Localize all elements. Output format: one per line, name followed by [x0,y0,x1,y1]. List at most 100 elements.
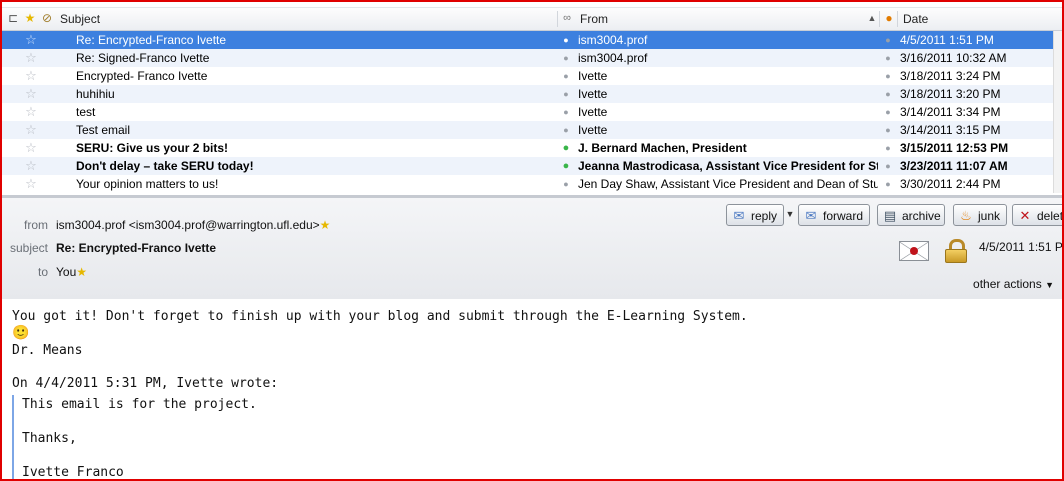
archive-icon: ▤ [883,208,897,223]
message-date: 3/14/2011 3:34 PM [900,105,1001,119]
message-sender: Ivette [578,69,608,83]
read-status-dot-icon[interactable]: ● [562,67,570,85]
message-header-pane: from ism3004.prof <ism3004.prof@warringt… [2,195,1062,301]
message-sender: Ivette [578,87,608,101]
junk-status-dot-icon[interactable]: ● [884,175,892,193]
quote-bar [12,395,14,479]
archive-label: archive [902,209,941,223]
message-row[interactable]: ☆ Re: Encrypted-Franco Ivette ● ism3004.pro… [2,31,1062,49]
archive-button[interactable]: ▤ archive [877,204,945,226]
junk-status-dot-icon[interactable]: ● [884,31,892,49]
message-list: ⊏ ★ ⊘ Subject ∞ From ▲ ● Date ☆ Re: Encry… [2,2,1062,194]
signature-text: Dr. Means [12,343,83,358]
read-status-dot-icon[interactable]: ● [562,49,570,67]
encrypted-lock-icon[interactable] [945,239,967,263]
message-date: 3/30/2011 2:44 PM [900,177,1001,191]
junk-status-dot-icon[interactable]: ● [884,157,892,175]
read-status-dot-icon[interactable]: ● [562,175,570,193]
date-column-header[interactable]: Date [903,8,928,30]
forward-label: forward [823,209,864,223]
star-icon[interactable]: ☆ [24,103,38,121]
star-icon[interactable]: ☆ [24,139,38,157]
star-icon[interactable]: ☆ [24,31,38,49]
message-date: 3/14/2011 3:15 PM [900,123,1001,137]
junk-status-dot-icon[interactable]: ● [884,85,892,103]
quoted-text: This email is for the project. [22,397,257,412]
star-icon[interactable]: ☆ [24,49,38,67]
message-sender: Ivette [578,105,608,119]
message-rows: ☆ Re: Encrypted-Franco Ivette ● ism3004.pro… [2,31,1062,193]
message-date: 4/5/2011 1:51 PM [900,33,994,47]
junk-status-dot-icon[interactable]: ● [884,103,892,121]
star-icon[interactable]: ★ [76,265,87,279]
message-date: 4/5/2011 1:51 PM [979,240,1064,254]
from-address-text[interactable]: ism3004.prof <ism3004.prof@warrington.uf… [56,218,320,232]
message-row[interactable]: ☆ Test email ● Ivette ● 3/14/2011 3:15 PM [2,121,1062,139]
junk-status-dot-icon[interactable]: ● [884,139,892,157]
star-icon[interactable]: ☆ [24,121,38,139]
star-icon[interactable]: ☆ [24,67,38,85]
read-status-column-icon[interactable]: ∞ [560,11,574,25]
junk-status-dot-icon[interactable]: ● [884,49,892,67]
message-subject: Re: Signed-Franco Ivette [76,51,210,65]
message-row[interactable]: ☆ Re: Signed-Franco Ivette ● ism3004.prof ● 3… [2,49,1062,67]
junk-button[interactable]: ♨ junk [953,204,1007,226]
forward-button[interactable]: ✉ forward [798,204,870,226]
delete-button[interactable]: ✕ delete [1012,204,1062,226]
attachment-column-icon[interactable]: ⊘ [40,11,54,25]
read-status-dot-icon[interactable]: ● [562,121,570,139]
star-icon[interactable]: ★ [320,218,331,232]
message-row[interactable]: ☆ Your opinion matters to us! ● Jen Day Sha… [2,175,1062,193]
to-address[interactable]: You★ [56,265,87,279]
junk-label: junk [978,209,1001,223]
subject-value: Re: Encrypted-Franco Ivette [56,241,217,255]
message-sender: ism3004.prof [578,51,648,65]
message-subject: Your opinion matters to us! [76,177,219,191]
other-actions-button[interactable]: other actions ▼ [973,277,1054,291]
subject-column-header[interactable]: Subject [60,8,100,30]
column-separator [897,11,898,27]
star-icon[interactable]: ☆ [24,157,38,175]
message-row[interactable]: ☆ huhihiu ● Ivette ● 3/18/2011 3:20 PM [2,85,1062,103]
message-sender: Ivette [578,123,608,137]
from-address[interactable]: ism3004.prof <ism3004.prof@warrington.uf… [56,218,330,232]
quoted-text: Thanks, [22,431,77,446]
message-row[interactable]: ☆ Don't delay – take SERU today! ● Jeanna M… [2,157,1062,175]
to-label: to [37,265,48,279]
star-icon[interactable]: ☆ [24,85,38,103]
reply-icon: ✉ [733,208,745,223]
read-status-dot-icon[interactable]: ● [562,139,570,157]
star-icon[interactable]: ☆ [24,175,38,193]
to-address-text[interactable]: You [56,265,76,279]
signed-message-icon[interactable] [899,241,929,261]
column-header: ⊏ ★ ⊘ Subject ∞ From ▲ ● Date [2,7,1062,31]
message-subject: Don't delay – take SERU today! [76,159,254,173]
junk-column-icon[interactable]: ● [882,11,896,25]
message-subject: Encrypted- Franco Ivette [76,69,208,83]
reply-label: reply [751,209,778,223]
sort-ascending-icon: ▲ [867,13,877,23]
reply-button[interactable]: ✉ reply [726,204,784,226]
delete-icon: ✕ [1019,208,1031,223]
thread-column-icon[interactable]: ⊏ [6,11,20,25]
message-subject: huhihiu [76,87,115,101]
junk-status-dot-icon[interactable]: ● [884,67,892,85]
message-sender: J. Bernard Machen, President [578,141,747,155]
reply-dropdown-icon[interactable]: ▼ [785,204,795,226]
message-date: 3/16/2011 10:32 AM [900,51,1007,65]
junk-status-dot-icon[interactable]: ● [884,121,892,139]
mail-window: ⊏ ★ ⊘ Subject ∞ From ▲ ● Date ☆ Re: Encry… [0,0,1064,481]
from-column-header[interactable]: From [580,8,608,30]
read-status-dot-icon[interactable]: ● [562,103,570,121]
read-status-dot-icon[interactable]: ● [562,157,570,175]
message-row[interactable]: ☆ Encrypted- Franco Ivette ● Ivette ● 3/18/20… [2,67,1062,85]
message-row[interactable]: ☆ test ● Ivette ● 3/14/2011 3:34 PM [2,103,1062,121]
list-scrollbar[interactable] [1053,31,1062,193]
read-status-dot-icon[interactable]: ● [562,85,570,103]
message-row[interactable]: ☆ SERU: Give us your 2 bits! ● J. Bernard M… [2,139,1062,157]
star-column-icon[interactable]: ★ [23,11,37,25]
message-date: 3/15/2011 12:53 PM [900,141,1009,155]
read-status-dot-icon[interactable]: ● [562,31,570,49]
message-date: 3/18/2011 3:20 PM [900,87,1001,101]
chevron-down-icon: ▼ [1045,280,1054,290]
